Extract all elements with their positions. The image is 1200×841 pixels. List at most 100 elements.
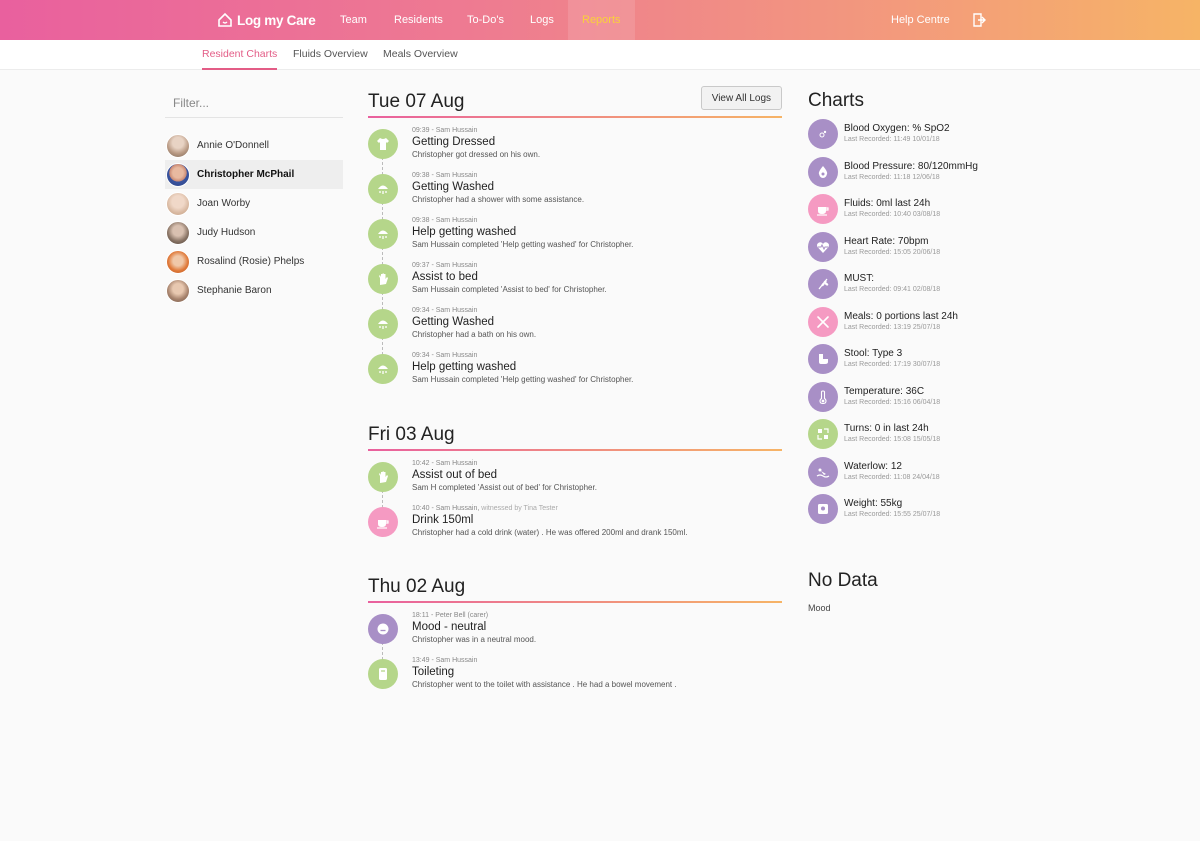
event-title: Mood - neutral bbox=[412, 621, 487, 633]
chart-last-recorded: Last Recorded: 11:18 12/06/18 bbox=[844, 173, 940, 181]
chart-item-meals[interactable]: Meals: 0 portions last 24h Last Recorded… bbox=[808, 306, 1008, 345]
chart-last-recorded: Last Recorded: 13:19 25/07/18 bbox=[844, 323, 941, 331]
chart-label: Turns: 0 in last 24h bbox=[844, 423, 929, 434]
blood-drop-icon bbox=[808, 156, 838, 187]
house-logo-icon bbox=[218, 12, 232, 27]
chart-label: Meals: 0 portions last 24h bbox=[844, 310, 958, 322]
event-list: 10:42 - Sam Hussain Assist out of bed Sa… bbox=[368, 459, 782, 549]
resident-name: Annie O'Donnell bbox=[197, 140, 269, 151]
nav-residents[interactable]: Residents bbox=[394, 0, 443, 40]
avatar bbox=[166, 278, 190, 303]
chart-item-heart-rate[interactable]: Heart Rate: 70bpm Last Recorded: 15:05 2… bbox=[808, 231, 1008, 270]
chart-item-blood-pressure[interactable]: Blood Pressure: 80/120mmHg Last Recorded… bbox=[808, 156, 1008, 195]
event-title: Drink 150ml bbox=[412, 514, 474, 526]
resident-name: Judy Hudson bbox=[197, 227, 256, 238]
chart-item-temperature[interactable]: Temperature: 36C Last Recorded: 15:16 06… bbox=[808, 381, 1008, 420]
face-icon bbox=[368, 614, 398, 644]
tab-meals-overview[interactable]: Meals Overview bbox=[383, 40, 458, 70]
resident-name: Rosalind (Rosie) Phelps bbox=[197, 256, 305, 267]
event-desc: Sam Hussain completed 'Assist to bed' fo… bbox=[412, 285, 607, 294]
resident-item[interactable]: Annie O'Donnell bbox=[165, 131, 343, 160]
nav-reports[interactable]: Reports bbox=[568, 0, 635, 40]
timeline-event[interactable]: 10:40 - Sam Hussain, witnessed by Tina T… bbox=[368, 504, 782, 549]
filter-input[interactable] bbox=[165, 88, 343, 118]
nav-team[interactable]: Team bbox=[340, 0, 367, 40]
timeline-event[interactable]: 10:42 - Sam Hussain Assist out of bed Sa… bbox=[368, 459, 782, 504]
timeline-day: Tue 07 Aug View All Logs 09:39 - Sam Hus… bbox=[368, 86, 782, 396]
day-header: Fri 03 Aug bbox=[368, 423, 782, 451]
resident-item[interactable]: Judy Hudson bbox=[165, 218, 343, 247]
chart-last-recorded: Last Recorded: 11:08 24/04/18 bbox=[844, 473, 940, 481]
charts-list: Blood Oxygen: % SpO2 Last Recorded: 11:4… bbox=[808, 119, 1008, 532]
chart-label: Waterlow: 12 bbox=[844, 460, 902, 472]
event-title: Getting Washed bbox=[412, 316, 495, 328]
day-title: Fri 03 Aug bbox=[368, 424, 455, 445]
chart-label: Blood Oxygen: % SpO2 bbox=[844, 123, 950, 134]
chart-item-turns[interactable]: Turns: 0 in last 24h Last Recorded: 15:0… bbox=[808, 419, 1008, 457]
event-meta: 10:42 - Sam Hussain bbox=[412, 460, 478, 467]
chart-last-recorded: Last Recorded: 09:41 02/08/18 bbox=[844, 286, 941, 293]
logout-icon[interactable] bbox=[972, 13, 986, 27]
event-meta-author: 10:40 - Sam Hussain, bbox=[412, 505, 480, 512]
event-meta: 09:34 - Sam Hussain bbox=[412, 307, 478, 314]
chart-item-fluids[interactable]: Fluids: 0ml last 24h Last Recorded: 10:4… bbox=[808, 194, 1008, 232]
oxygen-icon bbox=[808, 119, 838, 149]
waterlow-icon bbox=[808, 456, 838, 487]
chart-item-stool[interactable]: Stool: Type 3 Last Recorded: 17:19 30/07… bbox=[808, 344, 1008, 382]
timeline-event[interactable]: 09:37 - Sam Hussain Assist to bed Sam Hu… bbox=[368, 261, 782, 306]
chart-item-waterlow[interactable]: Waterlow: 12 Last Recorded: 11:08 24/04/… bbox=[808, 456, 1008, 495]
app-logo[interactable]: Log my Care bbox=[217, 9, 316, 31]
hand-icon bbox=[368, 462, 398, 492]
timeline-event[interactable]: 09:38 - Sam Hussain Help getting washed … bbox=[368, 216, 782, 261]
event-meta: 09:38 - Sam Hussain bbox=[412, 172, 478, 179]
nav-todos[interactable]: To-Do's bbox=[467, 0, 504, 40]
resident-item-selected[interactable]: Christopher McPhail bbox=[165, 160, 343, 189]
shower-icon bbox=[368, 219, 398, 249]
resident-item[interactable]: Joan Worby bbox=[165, 189, 343, 218]
chart-label: Fluids: 0ml last 24h bbox=[844, 198, 931, 209]
timeline-event[interactable]: 09:39 - Sam Hussain Getting Dressed Chri… bbox=[368, 126, 782, 171]
event-meta: 09:39 - Sam Hussain bbox=[412, 127, 478, 134]
day-title: Tue 07 Aug bbox=[368, 91, 465, 112]
timeline-event[interactable]: 09:38 - Sam Hussain Getting Washed Chris… bbox=[368, 171, 782, 216]
event-title: Getting Washed bbox=[412, 181, 495, 193]
shower-icon bbox=[368, 174, 398, 204]
shower-icon bbox=[368, 354, 398, 384]
event-title: Help getting washed bbox=[412, 226, 517, 238]
help-centre-link[interactable]: Help Centre bbox=[891, 0, 950, 40]
tab-resident-charts[interactable]: Resident Charts bbox=[202, 40, 278, 70]
timeline-event[interactable]: 13:49 - Sam Hussain Toileting Christophe… bbox=[368, 656, 782, 701]
cup-icon bbox=[368, 507, 398, 537]
chart-label: Heart Rate: 70bpm bbox=[844, 235, 929, 247]
event-title: Assist to bed bbox=[412, 271, 478, 283]
charts-title: Charts bbox=[808, 90, 864, 111]
day-header: Thu 02 Aug bbox=[368, 575, 782, 603]
chart-item-blood-oxygen[interactable]: Blood Oxygen: % SpO2 Last Recorded: 11:4… bbox=[808, 119, 1008, 157]
timeline-event[interactable]: 18:11 - Peter Bell (carer) Mood - neutra… bbox=[368, 611, 782, 656]
timeline-event[interactable]: 09:34 - Sam Hussain Getting Washed Chris… bbox=[368, 306, 782, 351]
timeline-day: Thu 02 Aug 18:11 - Peter Bell (carer) Mo… bbox=[368, 575, 782, 701]
no-data-item-mood[interactable]: Mood bbox=[808, 603, 831, 613]
stool-icon bbox=[808, 344, 838, 374]
resident-list: Annie O'Donnell Christopher McPhail Joan… bbox=[165, 131, 343, 305]
tab-fluids-overview[interactable]: Fluids Overview bbox=[293, 40, 368, 70]
event-desc: Christopher was in a neutral mood. bbox=[412, 635, 537, 644]
resident-item[interactable]: Rosalind (Rosie) Phelps bbox=[165, 247, 343, 276]
chart-item-must[interactable]: MUST: Last Recorded: 09:41 02/08/18 bbox=[808, 269, 1008, 307]
avatar bbox=[166, 133, 190, 158]
view-all-logs-button[interactable]: View All Logs bbox=[700, 86, 782, 110]
resident-item[interactable]: Stephanie Baron bbox=[165, 276, 343, 305]
chart-item-weight[interactable]: Weight: 55kg Last Recorded: 15:55 25/07/… bbox=[808, 494, 1008, 532]
chart-label: Stool: Type 3 bbox=[844, 348, 903, 359]
event-title: Help getting washed bbox=[412, 361, 517, 373]
shirt-icon bbox=[368, 129, 398, 159]
chart-last-recorded: Last Recorded: 10:40 03/08/18 bbox=[844, 211, 941, 218]
event-desc: Christopher had a bath on his own. bbox=[412, 330, 537, 339]
nav-logs[interactable]: Logs bbox=[530, 0, 554, 40]
app-logo-text: Log my Care bbox=[237, 12, 316, 28]
timeline-event[interactable]: 09:34 - Sam Hussain Help getting washed … bbox=[368, 351, 782, 396]
chart-last-recorded: Last Recorded: 15:05 20/06/18 bbox=[844, 248, 941, 256]
sub-nav: Resident Charts Fluids Overview Meals Ov… bbox=[0, 40, 1200, 70]
resident-name: Joan Worby bbox=[197, 198, 251, 209]
event-title: Toileting bbox=[412, 666, 455, 678]
